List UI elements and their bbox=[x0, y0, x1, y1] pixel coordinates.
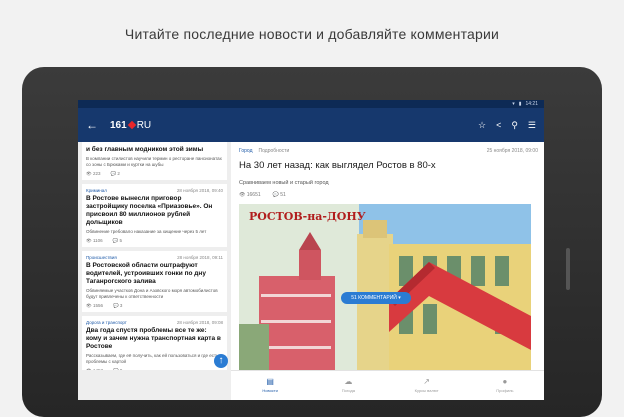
comments-count: 5 bbox=[119, 238, 123, 243]
comments-count: 2 bbox=[117, 171, 120, 176]
bottom-navigation: ▤ Новости ☁ Погода ↗ Курсы валют ● Профи… bbox=[231, 370, 544, 400]
article-title: На 30 лет назад: как выглядел Ростов в 8… bbox=[239, 160, 436, 171]
news-desc: Рассказываем, где её получить, как ей по… bbox=[86, 353, 219, 364]
news-feed: и без главным модником этой зимы В компа… bbox=[78, 142, 231, 370]
news-date: 28 ноября 2018, 09:11 bbox=[177, 255, 223, 260]
main-content: и без главным модником этой зимы В компа… bbox=[78, 142, 544, 370]
tablet-side-button bbox=[566, 248, 570, 290]
views-icon: 👁 1556 bbox=[86, 303, 103, 308]
comments-button-label: 51 КОММЕНТАРИЙ bbox=[351, 295, 397, 301]
status-time: 14:21 bbox=[525, 101, 538, 107]
logo-number: 161 bbox=[110, 119, 127, 131]
nav-label: Профиль bbox=[496, 388, 514, 393]
news-card[interactable]: Происшествия 28 ноября 2018, 09:11 В Рост… bbox=[82, 251, 227, 312]
article-category[interactable]: Город bbox=[239, 148, 253, 154]
news-desc: Обвиняемые участков Дона и Азовского мор… bbox=[86, 288, 218, 299]
article-meta: Город Подробности 25 ноября 2018, 09:00 bbox=[239, 148, 538, 154]
nav-weather[interactable]: ☁ Погода bbox=[309, 371, 387, 400]
search-icon[interactable]: ⚲ bbox=[511, 120, 518, 131]
views-icon: 👁 16651 bbox=[239, 192, 261, 198]
logo-suffix: RU bbox=[136, 119, 152, 131]
nav-currency[interactable]: ↗ Курсы валют bbox=[388, 371, 466, 400]
news-title: В Ростове вынесли приговор застройщику п… bbox=[86, 195, 213, 226]
comments-count: 3 bbox=[119, 303, 123, 308]
chart-icon: ↗ bbox=[423, 377, 430, 386]
weather-icon: ☁ bbox=[344, 377, 353, 386]
news-stats: 👁 1556 💬 3 bbox=[86, 303, 223, 309]
news-title: Два года спустя проблемы все те же: кому… bbox=[86, 327, 221, 350]
status-bar: ▾ ▮ 14:21 bbox=[78, 100, 544, 108]
comments-icon: 💬 2 bbox=[110, 171, 120, 176]
comments-icon: 💬 51 bbox=[272, 192, 286, 198]
news-card[interactable]: и без главным модником этой зимы В компа… bbox=[82, 142, 227, 180]
news-category[interactable]: Дорога и транспорт bbox=[86, 320, 127, 325]
arrow-up-icon: ↑ bbox=[218, 355, 224, 366]
news-date: 28 ноября 2018, 09:08 bbox=[176, 320, 223, 325]
logo-mark bbox=[127, 120, 136, 130]
news-category[interactable]: Криминал bbox=[86, 188, 107, 193]
article-section[interactable]: Подробности bbox=[259, 148, 290, 154]
news-title: В Ростовской области оштрафуют водителей… bbox=[86, 262, 206, 285]
views-icon: 👁 223 bbox=[86, 171, 101, 176]
nav-profile[interactable]: ● Профиль bbox=[466, 371, 544, 400]
back-arrow-icon[interactable]: ← bbox=[86, 118, 104, 132]
nav-label: Погода bbox=[341, 388, 355, 393]
views-icon: 👁 1106 bbox=[86, 238, 103, 243]
news-date: 28 ноября 2018, 09:40 bbox=[176, 188, 223, 193]
comments-count: 51 bbox=[280, 192, 286, 198]
news-icon: ▤ bbox=[266, 377, 274, 386]
share-icon[interactable]: < bbox=[496, 120, 501, 131]
nav-news[interactable]: ▤ Новости bbox=[231, 371, 309, 400]
star-icon[interactable]: ☆ bbox=[478, 120, 486, 131]
promo-headline: Читайте последние новости и добавляйте к… bbox=[124, 26, 500, 42]
menu-icon[interactable]: ☰ bbox=[528, 120, 536, 131]
app-bar-actions: ☆ < ⚲ ☰ bbox=[478, 120, 536, 131]
app-screen: ▾ ▮ 14:21 ← 161 RU ☆ < ⚲ ☰ и без главным… bbox=[78, 100, 544, 400]
news-title: и без главным модником этой зимы bbox=[86, 146, 204, 153]
views-count: 16651 bbox=[246, 192, 261, 198]
article-panel: Город Подробности 25 ноября 2018, 09:00 … bbox=[231, 142, 544, 370]
article-image[interactable]: РОСТОВ-на-ДОНУ bbox=[239, 204, 531, 370]
image-caption: РОСТОВ-на-ДОНУ bbox=[249, 210, 366, 223]
comments-button[interactable]: 51 КОММЕНТАРИЙ ▾ bbox=[341, 292, 411, 304]
battery-icon: ▮ bbox=[518, 101, 522, 107]
views-count: 223 bbox=[92, 171, 101, 176]
nav-label: Курсы валют bbox=[414, 388, 439, 393]
nav-label: Новости bbox=[262, 388, 278, 393]
news-card[interactable]: Дорога и транспорт 28 ноября 2018, 09:08 … bbox=[82, 316, 227, 370]
article-date: 25 ноября 2018, 09:00 bbox=[486, 148, 538, 154]
comments-icon: 💬 3 bbox=[112, 303, 123, 308]
views-count: 1106 bbox=[92, 238, 103, 243]
app-logo[interactable]: 161 RU bbox=[110, 120, 151, 131]
news-stats: 👁 1106 💬 5 bbox=[86, 238, 223, 244]
wifi-icon: ▾ bbox=[512, 101, 515, 107]
views-count: 1556 bbox=[92, 303, 103, 308]
article-stats: 👁 16651 💬 51 bbox=[239, 192, 538, 198]
news-stats: 👁 223 💬 2 bbox=[86, 171, 223, 177]
article-subtitle: Сравниваем новый и старый город bbox=[239, 180, 329, 186]
news-card[interactable]: Криминал 28 ноября 2018, 09:40 В Ростове … bbox=[82, 184, 227, 247]
comments-icon: 💬 5 bbox=[112, 238, 123, 243]
news-category[interactable]: Происшествия bbox=[86, 255, 117, 260]
app-bar: ← 161 RU ☆ < ⚲ ☰ bbox=[78, 108, 544, 142]
feed-bottom-area bbox=[78, 370, 231, 400]
scroll-up-fab[interactable]: ↑ bbox=[214, 354, 228, 368]
news-desc: Обвинение требовало наказание за хищение… bbox=[86, 229, 207, 234]
news-desc: В компании стилистов научили термин о ре… bbox=[86, 156, 222, 167]
profile-icon: ● bbox=[502, 377, 508, 386]
